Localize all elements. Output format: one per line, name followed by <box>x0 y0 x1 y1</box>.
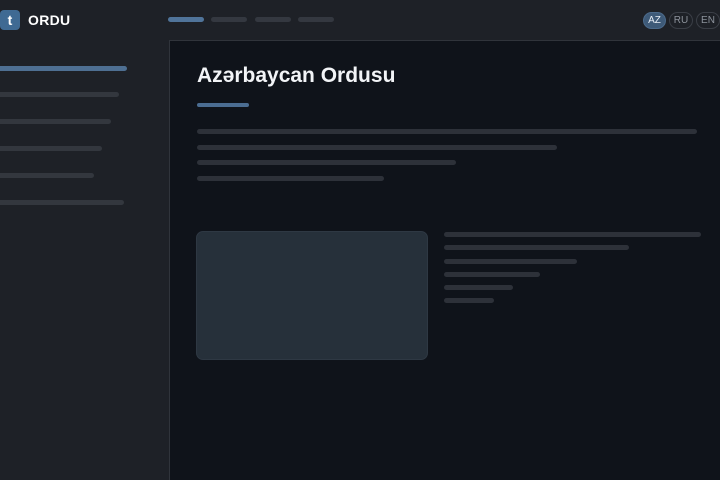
sidebar-item[interactable] <box>0 200 124 205</box>
nav-item[interactable] <box>211 17 247 22</box>
title-underline <box>197 103 249 107</box>
text-line-placeholder <box>197 129 697 134</box>
sidebar-item[interactable] <box>0 92 119 97</box>
media-placeholder <box>196 231 428 360</box>
sidebar-item-active[interactable] <box>0 66 127 71</box>
lang-button-ru[interactable]: RU <box>669 12 693 29</box>
nav-item[interactable] <box>298 17 334 22</box>
nav-item-active[interactable] <box>168 17 204 22</box>
text-line-placeholder <box>444 298 494 303</box>
lang-button-az[interactable]: AZ <box>643 12 666 29</box>
text-line-placeholder <box>444 259 577 264</box>
text-line-placeholder <box>197 176 384 181</box>
logo-icon: t <box>0 10 20 30</box>
sidebar-item[interactable] <box>0 146 102 151</box>
top-bar: t ORDU AZ RU EN <box>0 0 720 40</box>
header-divider <box>169 40 720 41</box>
sidebar-item[interactable] <box>0 173 94 178</box>
nav-item[interactable] <box>255 17 291 22</box>
text-line-placeholder <box>444 245 629 250</box>
lang-button-en[interactable]: EN <box>696 12 720 29</box>
text-line-placeholder <box>197 145 557 150</box>
sidebar-item[interactable] <box>0 119 111 124</box>
sidebar-divider <box>169 40 170 480</box>
sidebar <box>0 40 169 480</box>
text-line-placeholder <box>444 285 513 290</box>
page-title: Azərbaycan Ordusu <box>197 64 396 87</box>
brand[interactable]: t ORDU <box>0 10 70 30</box>
brand-name: ORDU <box>28 12 71 28</box>
text-line-placeholder <box>444 232 701 237</box>
text-line-placeholder <box>197 160 456 165</box>
text-line-placeholder <box>444 272 540 277</box>
